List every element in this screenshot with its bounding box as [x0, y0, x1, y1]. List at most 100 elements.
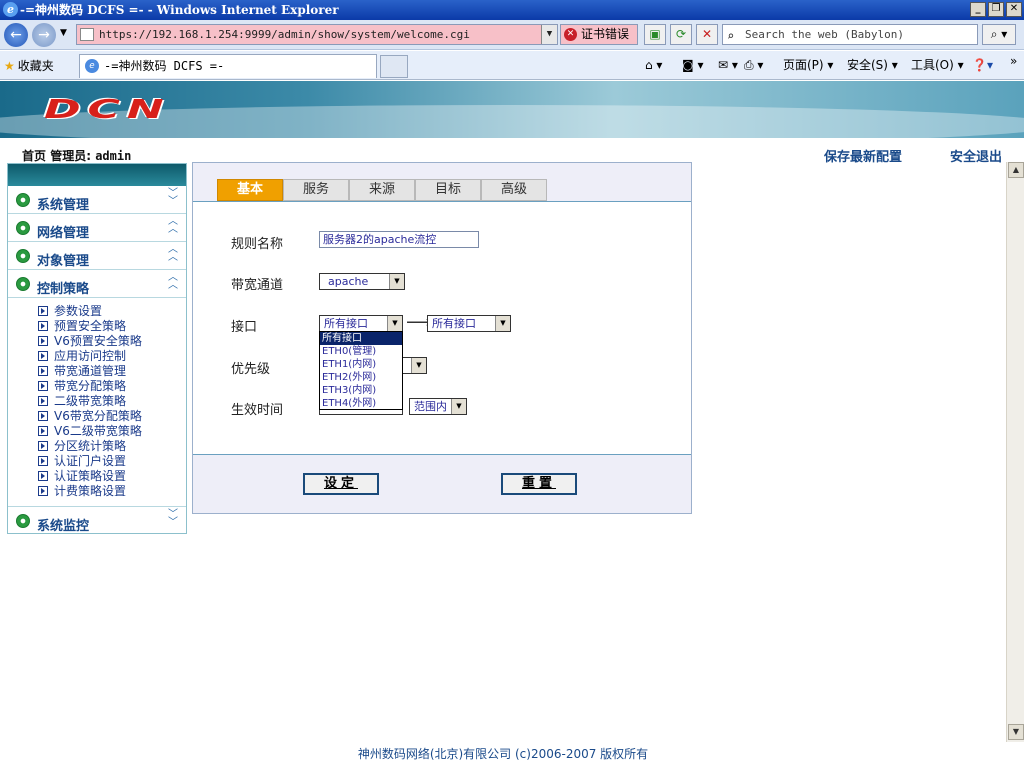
dropdown-option[interactable]: ETH0(管理)	[320, 345, 402, 358]
sidebar-section-object[interactable]: 对象管理 ︿ ︿	[8, 242, 186, 270]
arrow-box-icon	[38, 456, 48, 466]
arrow-box-icon	[38, 321, 48, 331]
sidebar-item[interactable]: 认证门户设置	[38, 454, 126, 469]
page-menu[interactable]: 页面(P) ▾	[783, 57, 833, 73]
save-config-link[interactable]: 保存最新配置	[824, 146, 902, 165]
home-icon[interactable]: ⌂ ▾	[645, 57, 662, 73]
tools-menu[interactable]: 工具(O) ▾	[911, 57, 964, 73]
sidebar-item[interactable]: 带宽通道管理	[38, 364, 126, 379]
time-range-value: 范围内	[414, 400, 447, 413]
sidebar-item-label: V6二级带宽策略	[54, 424, 142, 438]
sidebar-item[interactable]: 参数设置	[38, 304, 102, 319]
arrow-box-icon	[38, 366, 48, 376]
section-bullet-icon	[16, 514, 30, 528]
interface-in-select[interactable]: 所有接口 ▼	[319, 315, 403, 332]
channel-select[interactable]: apache ▼	[319, 273, 405, 290]
address-toolbar: ← → ▼ https://192.168.1.254:9999/admin/s…	[0, 20, 1024, 50]
sidebar-item[interactable]: V6二级带宽策略	[38, 424, 142, 439]
tab-basic[interactable]: 基本	[217, 179, 283, 201]
admin-name: admin	[95, 149, 132, 163]
rule-name-input[interactable]: 服务器2的apache流控	[319, 231, 479, 248]
dropdown-option[interactable]: ETH3(内网)	[320, 384, 402, 397]
tab-service[interactable]: 服务	[283, 179, 349, 201]
sidebar-item-label: 计费策略设置	[54, 484, 127, 498]
refresh-icon[interactable]: ⟳	[670, 24, 692, 45]
sidebar-item[interactable]: 应用访问控制	[38, 349, 126, 364]
logout-link[interactable]: 安全退出	[950, 146, 1002, 165]
tools-menu-label: 工具(O)	[911, 58, 954, 72]
certificate-error-button[interactable]: ✕ 证书错误	[560, 24, 638, 45]
compatibility-icon[interactable]: ▣	[644, 24, 666, 45]
time-range-select[interactable]: 范围内 ▼	[409, 398, 467, 415]
back-button[interactable]: ←	[4, 23, 28, 47]
dropdown-arrow-icon[interactable]: ▼	[451, 399, 466, 414]
reset-button[interactable]: 重置	[501, 473, 577, 495]
sidebar-item-label: 带宽通道管理	[54, 364, 127, 378]
arrow-box-icon	[38, 306, 48, 316]
search-input[interactable]: ⌕ Search the web (Babylon)	[722, 24, 978, 45]
maximize-button[interactable]: ❐	[988, 2, 1004, 17]
address-dropdown-icon[interactable]: ▼	[541, 25, 557, 44]
tab-source[interactable]: 来源	[349, 179, 415, 201]
dcn-logo: DCN	[44, 95, 171, 125]
interface-out-select[interactable]: 所有接口 ▼	[427, 315, 511, 332]
dropdown-arrow-icon[interactable]: ▼	[389, 274, 404, 289]
tab-target[interactable]: 目标	[415, 179, 481, 201]
home-link[interactable]: 首页	[22, 149, 46, 163]
new-tab-button[interactable]	[380, 55, 408, 78]
scroll-down-icon[interactable]: ▼	[1008, 724, 1024, 740]
dropdown-option[interactable]: ETH1(内网)	[320, 358, 402, 371]
chevron-down-icon[interactable]: ﹀ ﹀	[168, 189, 178, 207]
scroll-up-icon[interactable]: ▲	[1008, 162, 1024, 178]
interface-dropdown-list[interactable]: 所有接口 ETH0(管理) ETH1(内网) ETH2(外网) ETH3(内网)…	[319, 331, 403, 410]
minimize-button[interactable]: _	[970, 2, 986, 17]
chevron-up-icon[interactable]: ︿ ︿	[168, 217, 178, 235]
dropdown-option[interactable]: 所有接口	[320, 332, 402, 345]
print-icon[interactable]: ⎙ ▾	[744, 57, 763, 73]
sidebar-item[interactable]: 分区统计策略	[38, 439, 126, 454]
sidebar-section-label: 网络管理	[37, 226, 90, 241]
close-window-button[interactable]: ✕	[1006, 2, 1022, 17]
search-placeholder: Search the web (Babylon)	[745, 28, 904, 41]
sidebar-item[interactable]: 计费策略设置	[38, 484, 126, 499]
policy-form-panel: 基本 服务 来源 目标 高级 规则名称 服务器2的apache流控 带宽通道 a…	[192, 162, 692, 514]
dropdown-arrow-icon[interactable]: ▼	[387, 316, 402, 331]
set-button[interactable]: 设定	[303, 473, 379, 495]
mail-icon[interactable]: ✉ ▾	[718, 57, 738, 73]
interface-out-value: 所有接口	[432, 317, 476, 330]
sidebar-item[interactable]: V6带宽分配策略	[38, 409, 142, 424]
browser-tab[interactable]: e -=神州数码 DCFS =-	[79, 54, 377, 78]
sidebar-section-control-policy[interactable]: 控制策略 ︿ ︿	[8, 270, 186, 298]
sidebar-section-network[interactable]: 网络管理 ︿ ︿	[8, 214, 186, 242]
page-menu-label: 页面(P)	[783, 58, 824, 72]
sidebar-item[interactable]: V6预置安全策略	[38, 334, 142, 349]
forward-button[interactable]: →	[32, 23, 56, 47]
history-dropdown-icon[interactable]: ▼	[60, 28, 67, 38]
dropdown-arrow-icon[interactable]: ▼	[411, 358, 426, 373]
search-button[interactable]: ⌕ ▾	[982, 24, 1016, 45]
favorites-button[interactable]: ★ 收藏夹	[4, 57, 54, 74]
sidebar-section-label: 系统管理	[37, 198, 90, 213]
chevron-more-icon[interactable]: »	[1010, 53, 1017, 69]
sidebar-section-monitor[interactable]: 系统监控 ﹀ ﹀	[8, 506, 186, 534]
section-bullet-icon	[16, 277, 30, 291]
sidebar-item-label: 认证策略设置	[54, 469, 127, 483]
sidebar-item[interactable]: 二级带宽策略	[38, 394, 126, 409]
chevron-up-icon[interactable]: ︿ ︿	[168, 273, 178, 291]
safety-menu[interactable]: 安全(S) ▾	[847, 57, 898, 73]
chevron-down-icon[interactable]: ﹀ ﹀	[168, 510, 178, 528]
feeds-icon[interactable]: ◙ ▾	[682, 57, 703, 73]
dropdown-arrow-icon[interactable]: ▼	[495, 316, 510, 331]
sidebar-item[interactable]: 认证策略设置	[38, 469, 126, 484]
tab-advanced[interactable]: 高级	[481, 179, 547, 201]
sidebar-section-system[interactable]: 系统管理 ﹀ ﹀	[8, 186, 186, 214]
page-scrollbar[interactable]: ▲ ▼	[1006, 162, 1024, 742]
help-icon[interactable]: ❓▾	[972, 57, 993, 73]
sidebar-item[interactable]: 预置安全策略	[38, 319, 126, 334]
chevron-up-icon[interactable]: ︿ ︿	[168, 245, 178, 263]
stop-icon[interactable]: ✕	[696, 24, 718, 45]
dropdown-option[interactable]: ETH4(外网)	[320, 397, 402, 410]
sidebar-item[interactable]: 带宽分配策略	[38, 379, 126, 394]
address-bar[interactable]: https://192.168.1.254:9999/admin/show/sy…	[76, 24, 558, 45]
dropdown-option[interactable]: ETH2(外网)	[320, 371, 402, 384]
